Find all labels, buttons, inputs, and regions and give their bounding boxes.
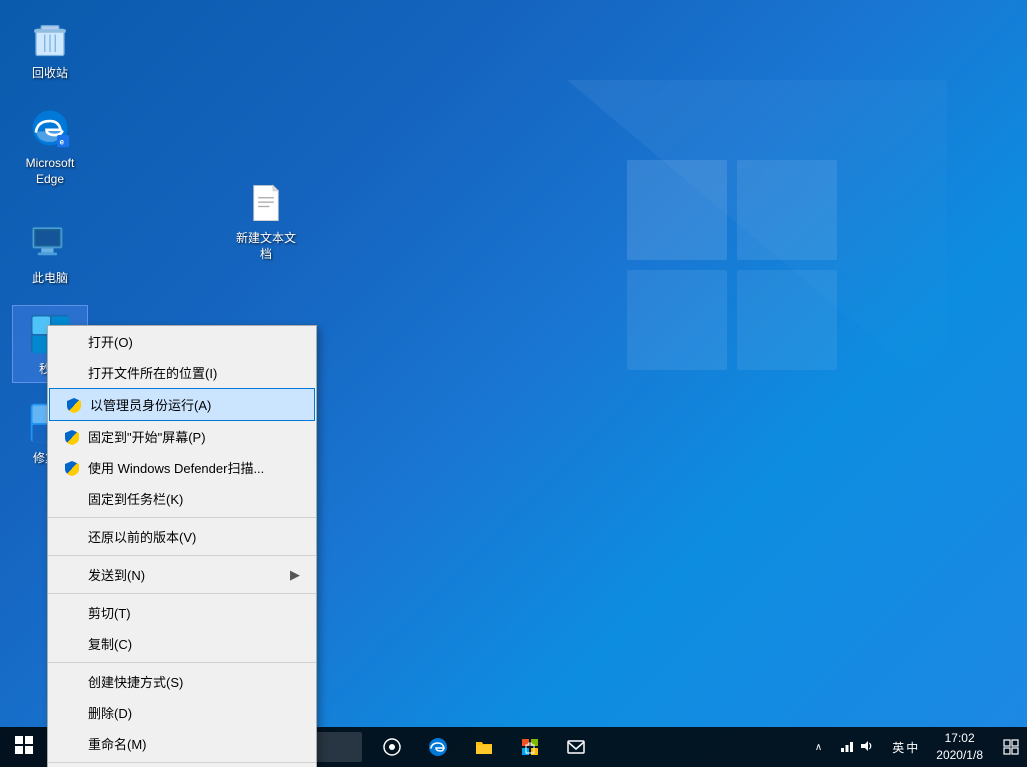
- menu-rename-label: 重命名(M): [88, 734, 147, 753]
- rename-icon: [64, 736, 80, 752]
- network-icon: [840, 739, 854, 756]
- desktop-icon-edge[interactable]: e MicrosoftEdge: [12, 100, 88, 191]
- open-icon: [64, 334, 80, 350]
- language-label: 英: [892, 739, 904, 756]
- menu-separator-3: [48, 593, 316, 594]
- pin-taskbar-icon: [64, 491, 80, 507]
- menu-cut-label: 剪切(T): [88, 603, 131, 622]
- language-indicator[interactable]: 英 中: [886, 727, 924, 767]
- desktop-icon-new-text-doc[interactable]: 新建文本文档: [228, 175, 304, 266]
- cut-icon: [64, 605, 80, 621]
- taskbar-icons: [370, 727, 598, 767]
- menu-separator-1: [48, 517, 316, 518]
- show-hidden-icons-button[interactable]: ∧: [809, 727, 828, 767]
- this-pc-icon: [26, 219, 74, 267]
- volume-icon: [860, 739, 874, 756]
- menu-pin-start-label: 固定到"开始"屏幕(P): [88, 427, 206, 446]
- menu-item-open-location[interactable]: 打开文件所在的位置(I): [48, 357, 316, 388]
- menu-item-pin-to-start[interactable]: 固定到"开始"屏幕(P): [48, 421, 316, 452]
- new-text-doc-label: 新建文本文档: [232, 231, 300, 262]
- restore-prev-icon: [64, 529, 80, 545]
- desktop: 回收站 e MicrosoftEdge: [0, 0, 1027, 767]
- clock[interactable]: 17:02 2020/1/8: [928, 727, 991, 767]
- menu-create-shortcut-label: 创建快捷方式(S): [88, 672, 183, 691]
- menu-item-create-shortcut[interactable]: 创建快捷方式(S): [48, 666, 316, 697]
- svg-text:e: e: [60, 138, 65, 147]
- menu-open-location-label: 打开文件所在的位置(I): [88, 363, 217, 382]
- chevron-up-icon: ∧: [815, 742, 822, 753]
- menu-item-copy[interactable]: 复制(C): [48, 628, 316, 659]
- delete-icon: [64, 705, 80, 721]
- recycle-bin-label: 回收站: [32, 66, 68, 82]
- menu-item-open[interactable]: 打开(O): [48, 326, 316, 357]
- this-pc-label: 此电脑: [32, 271, 68, 287]
- send-to-icon: [64, 567, 80, 583]
- menu-separator-5: [48, 762, 316, 763]
- copy-icon: [64, 636, 80, 652]
- menu-defender-scan-label: 使用 Windows Defender扫描...: [88, 458, 264, 477]
- taskbar-file-explorer-button[interactable]: [462, 727, 506, 767]
- menu-item-run-as-admin[interactable]: 以管理员身份运行(A): [49, 388, 315, 421]
- menu-open-label: 打开(O): [88, 332, 133, 351]
- context-menu: 打开(O) 打开文件所在的位置(I) 以管理员身份运行(A): [47, 325, 317, 767]
- input-method-label: 中: [906, 739, 918, 756]
- menu-run-as-admin-label: 以管理员身份运行(A): [90, 395, 211, 414]
- shield-icon-run-admin: [66, 397, 82, 413]
- menu-item-restore-prev[interactable]: 还原以前的版本(V): [48, 521, 316, 552]
- taskbar-edge-button[interactable]: [416, 727, 460, 767]
- menu-item-pin-to-taskbar[interactable]: 固定到任务栏(K): [48, 483, 316, 514]
- menu-item-delete[interactable]: 删除(D): [48, 697, 316, 728]
- recycle-bin-icon: [26, 14, 74, 62]
- task-view-button[interactable]: [370, 727, 414, 767]
- menu-item-send-to[interactable]: 发送到(N) ▶: [48, 559, 316, 590]
- menu-pin-taskbar-label: 固定到任务栏(K): [88, 489, 183, 508]
- desktop-icon-this-pc[interactable]: 此电脑: [12, 215, 88, 291]
- system-tray: ∧: [809, 727, 1027, 767]
- create-shortcut-icon: [64, 674, 80, 690]
- menu-delete-label: 删除(D): [88, 703, 132, 722]
- clock-time: 17:02: [945, 730, 975, 747]
- edge-icon: e: [26, 104, 74, 152]
- desktop-icon-recycle-bin[interactable]: 回收站: [12, 10, 88, 86]
- menu-restore-prev-label: 还原以前的版本(V): [88, 527, 196, 546]
- clock-date: 2020/1/8: [936, 747, 983, 764]
- start-button[interactable]: [0, 727, 48, 767]
- menu-separator-2: [48, 555, 316, 556]
- menu-copy-label: 复制(C): [88, 634, 132, 653]
- tray-icons-group[interactable]: [832, 727, 882, 767]
- menu-separator-4: [48, 662, 316, 663]
- edge-label: MicrosoftEdge: [26, 156, 75, 187]
- shield-icon-pin-start: [64, 429, 80, 445]
- shield-icon-defender: [64, 460, 80, 476]
- taskbar-mail-button[interactable]: [554, 727, 598, 767]
- send-to-arrow: ▶: [290, 567, 300, 583]
- new-text-doc-icon: [242, 179, 290, 227]
- open-location-icon: [64, 365, 80, 381]
- menu-item-cut[interactable]: 剪切(T): [48, 597, 316, 628]
- taskbar-store-button[interactable]: [508, 727, 552, 767]
- windows-logo-icon: [15, 736, 33, 759]
- windows-logo-decoration: [567, 80, 947, 580]
- menu-item-rename[interactable]: 重命名(M): [48, 728, 316, 759]
- notification-center-button[interactable]: [995, 727, 1027, 767]
- menu-item-defender-scan[interactable]: 使用 Windows Defender扫描...: [48, 452, 316, 483]
- menu-send-to-label: 发送到(N): [88, 565, 145, 584]
